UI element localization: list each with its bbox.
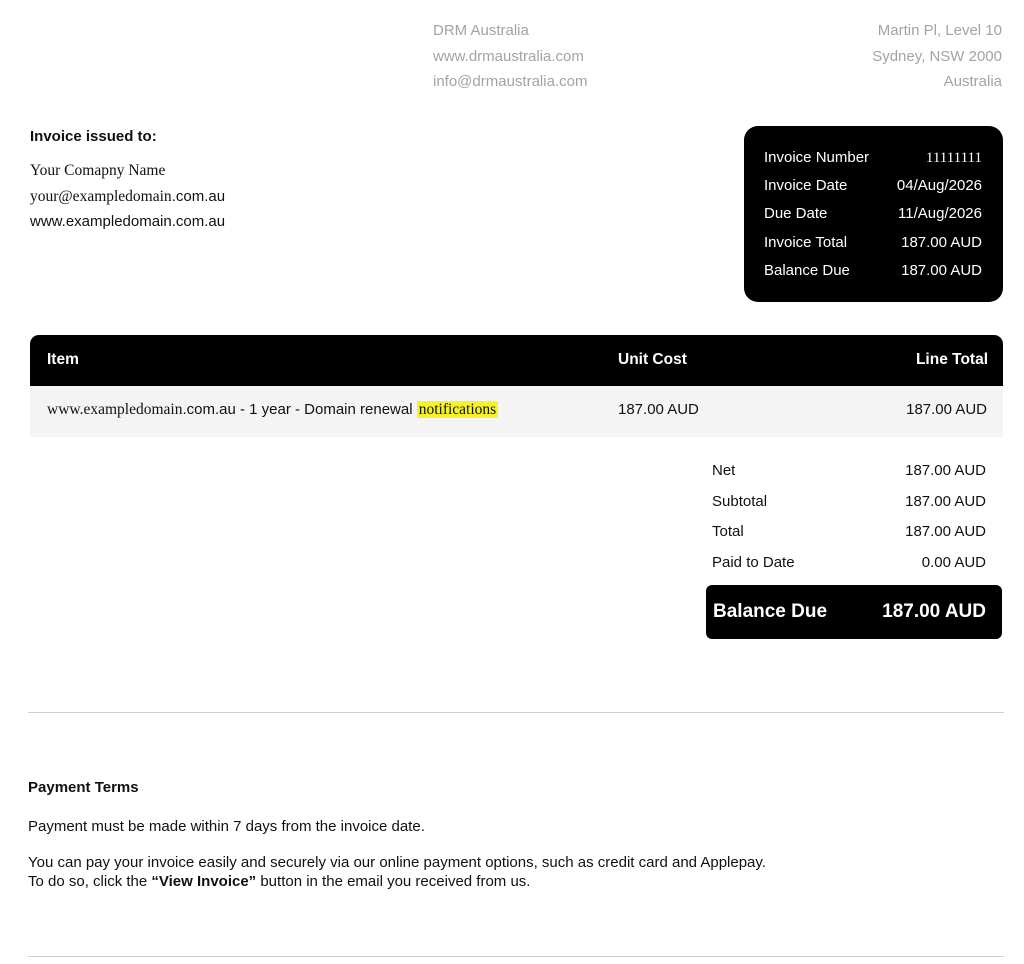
payment-terms-title: Payment Terms xyxy=(28,779,139,796)
payment-terms-line-3: To do so, click the “View Invoice” butto… xyxy=(28,873,531,890)
address-line-3: Australia xyxy=(943,73,1002,90)
customer-email: your@exampledomain.com.au xyxy=(30,187,226,205)
address-line-2: Sydney, NSW 2000 xyxy=(872,47,1002,65)
balance-due-box: Balance Due 187.00 AUD xyxy=(706,585,1002,639)
issued-to-block: Your Comapny Name your@exampledomain.com… xyxy=(30,158,225,235)
company-website: www.drmaustralia.com xyxy=(433,47,584,65)
summary-total: Total 187.00 AUD xyxy=(712,523,986,540)
payment-terms-line-1: Payment must be made within 7 days from … xyxy=(28,818,425,835)
table-row: www.exampledomain.com.au - 1 year - Doma… xyxy=(30,386,1003,437)
item-line-total: 187.00 AUD xyxy=(906,401,987,418)
view-invoice-mention: “View Invoice” xyxy=(151,873,257,890)
address-line-1: Martin Pl, Level 10 xyxy=(877,22,1002,39)
company-info: DRM Australia www.drmaustralia.com info@… xyxy=(433,18,587,95)
meta-row-invoice-total: Invoice Total 187.00 AUD xyxy=(764,233,982,251)
header-line-total: Line Total xyxy=(915,351,988,368)
meta-row-invoice-number: Invoice Number 11111111 xyxy=(764,149,982,166)
invoice-meta-box: Invoice Number 11111111 Invoice Date 04/… xyxy=(744,126,1003,302)
item-description: www.exampledomain.com.au - 1 year - Doma… xyxy=(47,401,499,418)
item-unit-cost: 187.00 AUD xyxy=(618,401,699,418)
summary-net: Net 187.00 AUD xyxy=(712,462,986,479)
company-address: Martin Pl, Level 10 Sydney, NSW 2000 Aus… xyxy=(872,18,1002,95)
company-email: info@drmaustralia.com xyxy=(433,73,588,90)
header-unit-cost: Unit Cost xyxy=(618,351,687,368)
divider-bottom xyxy=(28,956,1004,957)
header-item: Item xyxy=(47,351,79,368)
customer-name: Your Comapny Name xyxy=(30,162,166,179)
payment-terms-line-2: You can pay your invoice easily and secu… xyxy=(28,854,766,871)
customer-website: www.exampledomain.com.au xyxy=(30,213,226,230)
balance-due-label: Balance Due xyxy=(713,601,828,622)
issued-to-title: Invoice issued to: xyxy=(30,128,157,145)
items-table-header: Item Unit Cost Line Total xyxy=(30,335,1003,386)
meta-row-due-date: Due Date 11/Aug/2026 xyxy=(764,205,982,223)
summary-paid-to-date: Paid to Date 0.00 AUD xyxy=(712,554,986,571)
summary-subtotal: Subtotal 187.00 AUD xyxy=(712,493,986,510)
balance-due-value: 187.00 AUD xyxy=(882,601,986,622)
meta-row-balance-due: Balance Due 187.00 AUD xyxy=(764,261,982,279)
highlighted-text: notifications xyxy=(416,401,499,418)
company-name: DRM Australia xyxy=(433,22,529,39)
meta-row-invoice-date: Invoice Date 04/Aug/2026 xyxy=(764,177,982,195)
divider xyxy=(28,712,1004,713)
